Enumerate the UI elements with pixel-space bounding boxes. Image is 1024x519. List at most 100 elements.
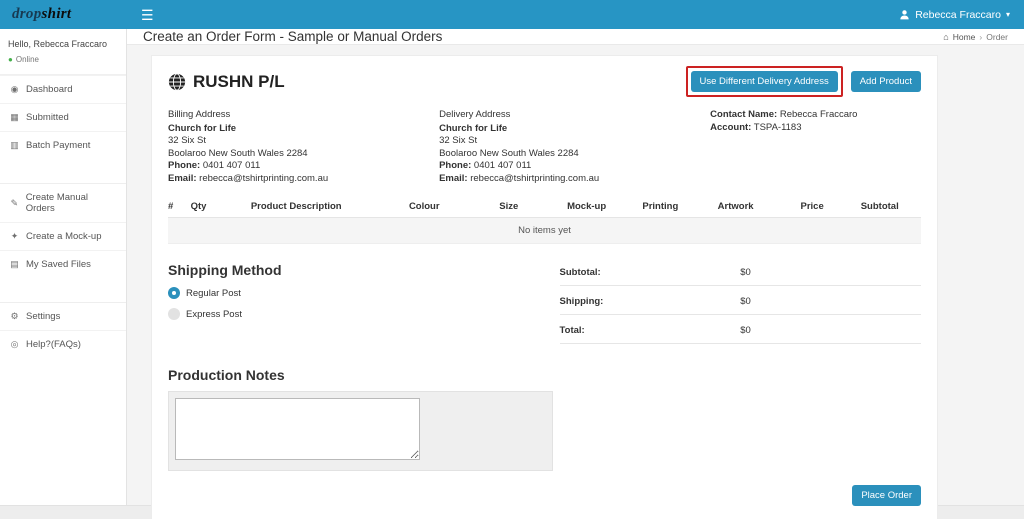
- contact-name-label: Contact Name:: [710, 109, 778, 120]
- delivery-street: 32 Six St: [439, 135, 478, 146]
- header-buttons: Use Different Delivery Address Add Produ…: [685, 66, 921, 97]
- email-value: rebecca@tshirtprinting.com.au: [470, 172, 600, 184]
- content-area: RUSHN P/L Use Different Delivery Address…: [127, 45, 1024, 519]
- billing-address-label: Billing Address: [168, 109, 231, 120]
- order-form-card: RUSHN P/L Use Different Delivery Address…: [151, 55, 938, 519]
- phone-value: 0401 407 011: [473, 160, 532, 171]
- sidebar-item-label: Dashboard: [26, 84, 73, 95]
- billing-street: 32 Six St: [168, 135, 207, 146]
- sidebar-item-label: Submitted: [26, 112, 69, 123]
- totals-section: Subtotal: $0 Shipping: $0 Total: $0: [559, 262, 921, 351]
- sidebar-item-label: Batch Payment: [26, 140, 91, 151]
- col-colour: Colour: [408, 201, 440, 212]
- breadcrumb: ⌂ Home › Order: [943, 32, 1008, 42]
- sidebar-item-submitted[interactable]: ▦ Submitted: [0, 103, 126, 131]
- use-different-delivery-address-button[interactable]: Use Different Delivery Address: [690, 71, 838, 92]
- page-title: Create an Order Form - Sample or Manual …: [143, 29, 443, 44]
- user-menu[interactable]: Rebecca Fraccaro ▾: [899, 9, 1010, 21]
- email-value: rebecca@tshirtprinting.com.au: [199, 172, 329, 184]
- delivery-email: Email: rebecca@tshirtprinting.com.au: [439, 173, 710, 186]
- sidebar-item-label: Help?(FAQs): [26, 339, 81, 350]
- sidebar-item-label: My Saved Files: [26, 259, 91, 270]
- help-icon: ◎: [10, 339, 19, 349]
- phone-value: 0401 407 011: [202, 160, 261, 171]
- sidebar-item-batch-payment[interactable]: ▥ Batch Payment: [0, 131, 126, 159]
- delivery-name: Church for Life: [439, 122, 508, 134]
- dashboard-icon: ◉: [10, 84, 19, 94]
- settings-icon: ⚙: [10, 311, 19, 321]
- shipping-row: Shipping: $0: [559, 293, 921, 315]
- table-header-row: # Qty Product Description Colour Size Mo…: [168, 201, 921, 218]
- radio-label: Regular Post: [186, 287, 241, 299]
- sidebar-item-label: Create Manual Orders: [25, 192, 88, 214]
- sidebar-item-create-manual-orders[interactable]: ✎ Create Manual Orders: [0, 183, 126, 222]
- contact-info: Contact Name: Rebecca Fraccaro Account: …: [710, 109, 921, 185]
- col-mockup: Mock-up: [567, 201, 607, 212]
- account-label: Account:: [710, 121, 752, 133]
- production-notes-title: Production Notes: [168, 367, 285, 383]
- radio-label: Express Post: [186, 308, 242, 320]
- logo-drop: drop: [12, 6, 42, 22]
- email-label: Email:: [439, 172, 468, 184]
- delivery-address: Delivery Address Church for Life 32 Six …: [439, 109, 710, 185]
- shipping-method-section: Shipping Method Regular Post Express Pos…: [168, 262, 560, 351]
- shipping-option-regular[interactable]: Regular Post: [168, 287, 560, 299]
- delivery-phone: Phone: 0401 407 011: [439, 160, 710, 173]
- sidebar-item-my-saved-files[interactable]: ▤ My Saved Files: [0, 250, 126, 278]
- delivery-address-label: Delivery Address: [439, 109, 511, 120]
- billing-phone: Phone: 0401 407 011: [168, 160, 439, 173]
- delivery-city: Boolaroo New South Wales 2284: [439, 147, 579, 159]
- hamburger-menu-icon[interactable]: ☰: [141, 8, 154, 22]
- home-icon: ⌂: [943, 31, 949, 42]
- production-notes-section: Production Notes: [168, 367, 921, 471]
- col-qty: Qty: [190, 201, 207, 212]
- online-dot-icon: ●: [8, 55, 13, 64]
- col-product-description: Product Description: [250, 201, 342, 212]
- caret-down-icon: ▾: [1005, 10, 1010, 19]
- radio-regular-post[interactable]: [168, 287, 180, 299]
- user-name: Rebecca Fraccaro: [915, 8, 1001, 21]
- production-notes-panel: [168, 391, 553, 471]
- topbar: dropshirt ☰ Rebecca Fraccaro ▾: [0, 0, 1024, 29]
- sidebar-item-dashboard[interactable]: ◉ Dashboard: [0, 75, 126, 103]
- breadcrumb-home[interactable]: Home: [953, 32, 976, 42]
- col-subtotal: Subtotal: [860, 201, 899, 212]
- phone-label: Phone:: [439, 160, 472, 171]
- col-artwork: Artwork: [717, 201, 754, 212]
- sidebar-greeting: Hello, Rebecca Fraccaro: [8, 39, 108, 49]
- billing-email: Email: rebecca@tshirtprinting.com.au: [168, 173, 439, 186]
- total-label: Total:: [559, 325, 585, 336]
- col-number: #: [168, 201, 174, 212]
- sidebar-item-label: Create a Mock-up: [26, 231, 102, 242]
- shipping-option-express[interactable]: Express Post: [168, 308, 560, 320]
- saved-files-icon: ▤: [10, 259, 19, 269]
- phone-label: Phone:: [168, 160, 201, 171]
- breadcrumb-separator: ›: [979, 31, 983, 42]
- col-printing: Printing: [642, 201, 679, 212]
- company-name: RUSHN P/L: [193, 71, 285, 91]
- subtotal-label: Subtotal:: [559, 267, 601, 278]
- app-logo[interactable]: dropshirt: [0, 6, 127, 23]
- subtotal-row: Subtotal: $0: [559, 264, 921, 286]
- contact-name-value: Rebecca Fraccaro: [779, 109, 858, 120]
- email-label: Email:: [168, 172, 197, 184]
- billing-name: Church for Life: [168, 122, 237, 134]
- main-content: Create an Order Form - Sample or Manual …: [127, 29, 1024, 519]
- sidebar-item-help[interactable]: ◎ Help?(FAQs): [0, 330, 126, 358]
- sidebar-item-settings[interactable]: ⚙ Settings: [0, 302, 126, 330]
- person-icon: [900, 10, 909, 20]
- shipping-label: Shipping:: [559, 296, 604, 307]
- col-price: Price: [800, 201, 824, 212]
- radio-express-post[interactable]: [168, 308, 180, 320]
- logo-shirt: shirt: [41, 6, 72, 22]
- sidebar-item-label: Settings: [26, 311, 61, 322]
- company-header: RUSHN P/L Use Different Delivery Address…: [168, 66, 921, 97]
- add-product-button[interactable]: Add Product: [850, 71, 921, 92]
- place-order-button[interactable]: Place Order: [852, 485, 921, 506]
- address-section: Billing Address Church for Life 32 Six S…: [168, 109, 921, 185]
- col-size: Size: [499, 201, 519, 212]
- page-header: Create an Order Form - Sample or Manual …: [127, 29, 1024, 45]
- production-notes-input[interactable]: [175, 398, 420, 460]
- contact-name-row: Contact Name: Rebecca Fraccaro: [710, 109, 921, 122]
- sidebar-item-create-mockup[interactable]: ✦ Create a Mock-up: [0, 222, 126, 250]
